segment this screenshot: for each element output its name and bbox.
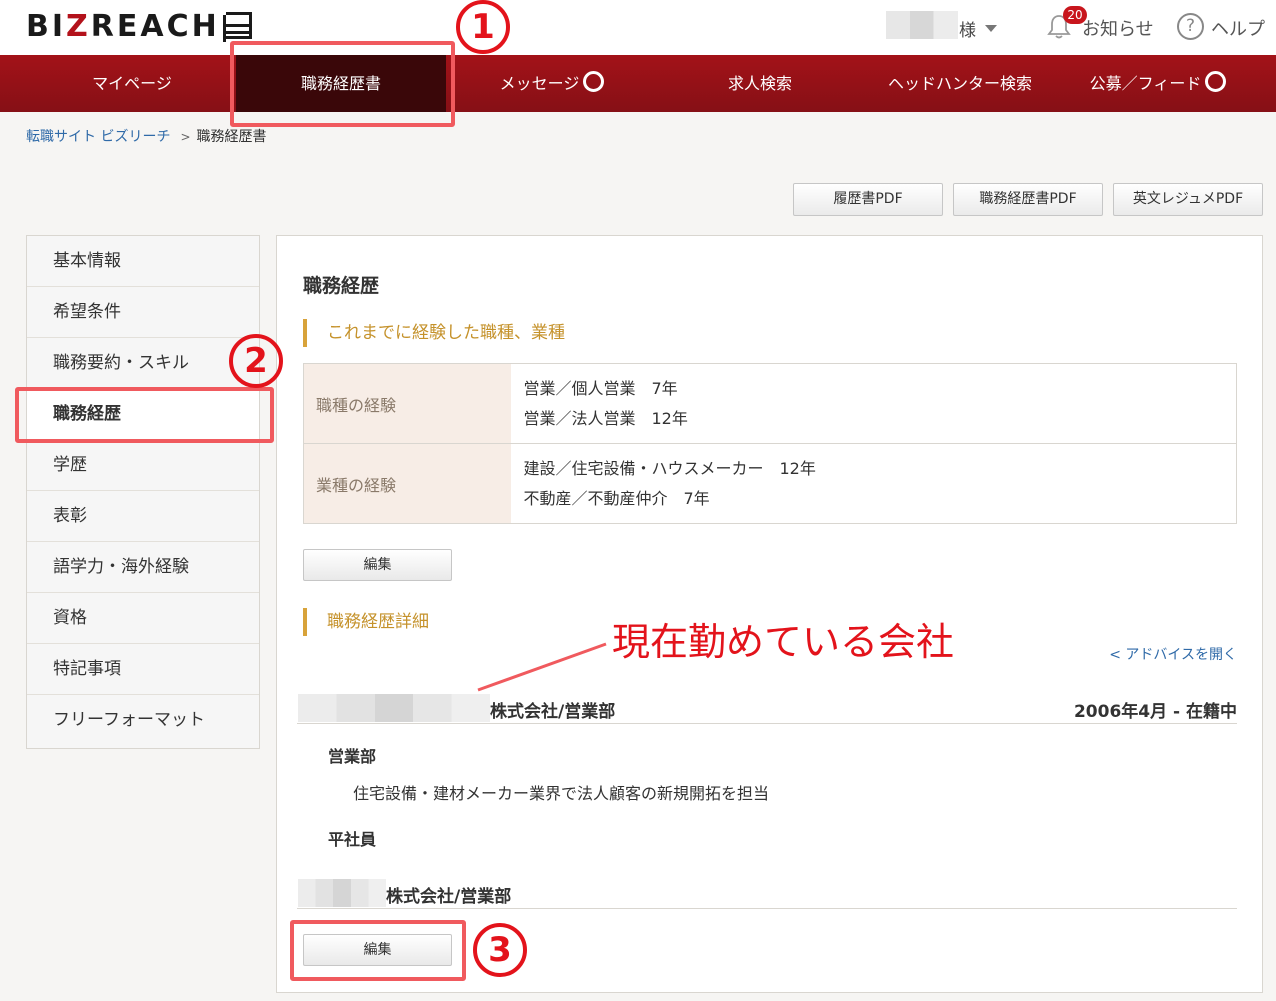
experience-values: 建設／住宅設備・ハウスメーカー 12年 不動産／不動産仲介 7年	[510, 443, 1237, 524]
experience-label: 職種の経験	[303, 363, 511, 444]
nav-item-label: 求人検索	[727, 74, 792, 93]
sidebar-item-basic-info[interactable]: 基本情報	[27, 236, 259, 287]
sidebar-item-free-format[interactable]: フリーフォーマット	[27, 695, 259, 746]
user-suffix[interactable]: 様	[959, 16, 976, 41]
annotation-number-2: 2	[229, 334, 283, 388]
experience-line: 不動産／不動産仲介 7年	[523, 488, 710, 508]
company-name: 株式会社/営業部	[490, 702, 616, 722]
table-row: 業種の経験 建設／住宅設備・ハウスメーカー 12年 不動産／不動産仲介 7年	[303, 443, 1237, 524]
sidebar-item-summary-skills[interactable]: 職務要約・スキル	[27, 338, 259, 389]
advice-link[interactable]: < アドバイスを開く	[1109, 644, 1237, 664]
annotation-number-1: 1	[456, 0, 510, 54]
company-name-blurred	[298, 694, 490, 722]
nav-item-label: マイページ	[92, 74, 172, 93]
experience-line: 営業／個人営業 7年	[523, 378, 678, 398]
company-name-blurred	[298, 879, 386, 907]
nav-item-feed[interactable]: 公募／フィード	[1068, 55, 1248, 112]
nav-item-label: メッセージ	[499, 74, 580, 93]
sidebar-item-preferences[interactable]: 希望条件	[27, 287, 259, 338]
job-description: 住宅設備・建材メーカー業界で法人顧客の新規開拓を担当	[353, 784, 770, 803]
experience-line: 営業／法人営業 12年	[523, 408, 688, 428]
user-name-blurred[interactable]	[886, 11, 958, 39]
experience-heading: これまでに経験した職種、業種	[303, 319, 565, 347]
resume-section-sidebar: 基本情報 希望条件 職務要約・スキル 職務経歴 学歴 表彰 語学力・海外経験 資…	[26, 235, 260, 749]
breadcrumb-current: 職務経歴書	[196, 129, 267, 145]
experience-table: 職種の経験 営業／個人営業 7年 営業／法人営業 12年 業種の経験 建設／住宅…	[303, 363, 1237, 524]
nav-item-mypage[interactable]: マイページ	[38, 55, 226, 112]
new-indicator-icon	[583, 71, 605, 92]
annotation-highlight	[290, 920, 466, 981]
experience-line: 建設／住宅設備・ハウスメーカー 12年	[523, 458, 816, 478]
sidebar-item-qualifications[interactable]: 資格	[27, 593, 259, 644]
company-name: 株式会社/営業部	[386, 887, 512, 907]
page-title: 職務経歴	[303, 275, 380, 297]
detail-heading: 職務経歴詳細	[303, 608, 429, 636]
breadcrumb-home-link[interactable]: 転職サイト ビズリーチ	[26, 129, 170, 145]
new-indicator-icon	[1205, 71, 1227, 92]
annotation-number-3: 3	[473, 923, 527, 977]
sidebar-item-education[interactable]: 学歴	[27, 440, 259, 491]
breadcrumb: 転職サイト ビズリーチ > 職務経歴書	[26, 126, 267, 146]
nav-item-message[interactable]: メッセージ	[452, 55, 652, 112]
divider	[297, 908, 1237, 909]
breadcrumb-separator: >	[180, 130, 191, 144]
experience-values: 営業／個人営業 7年 営業／法人営業 12年	[511, 364, 1237, 444]
experience-label: 業種の経験	[303, 443, 511, 524]
global-nav: マイページ 職務経歴書 メッセージ 求人検索 ヘッドハンター検索 公募／フィード	[0, 55, 1276, 112]
resume-pdf-button[interactable]: 履歴書PDF	[793, 183, 943, 216]
nav-item-label: 公募／フィード	[1089, 74, 1202, 93]
annotation-highlight	[230, 41, 455, 127]
help-icon[interactable]: ?	[1177, 13, 1204, 40]
department: 営業部	[328, 747, 377, 766]
english-resume-pdf-button[interactable]: 英文レジュメPDF	[1113, 183, 1263, 216]
nav-item-label: ヘッドハンター検索	[887, 74, 1032, 93]
divider	[297, 723, 1237, 724]
career-pdf-button[interactable]: 職務経歴書PDF	[953, 183, 1103, 216]
nav-item-headhunter-search[interactable]: ヘッドハンター検索	[860, 55, 1060, 112]
nav-item-job-search[interactable]: 求人検索	[680, 55, 840, 112]
annotation-highlight	[15, 387, 274, 443]
logo-mark-icon	[223, 12, 252, 42]
top-header: BIZREACH 様 20 お知らせ ? ヘルプ	[0, 0, 1276, 55]
annotation-pointer-line	[477, 642, 607, 692]
chevron-down-icon[interactable]	[985, 25, 997, 32]
employment-period: 2006年4月 - 在籍中	[1073, 702, 1237, 722]
bizreach-logo[interactable]: BIZREACH	[26, 9, 220, 44]
sidebar-item-awards[interactable]: 表彰	[27, 491, 259, 542]
annotation-callout-text: 現在勤めている会社	[612, 620, 955, 664]
help-link[interactable]: ヘルプ	[1211, 15, 1265, 41]
notice-link[interactable]: お知らせ	[1082, 15, 1154, 41]
table-row: 職種の経験 営業／個人営業 7年 営業／法人営業 12年	[303, 363, 1237, 444]
edit-experience-button[interactable]: 編集	[303, 549, 452, 581]
sidebar-item-special-notes[interactable]: 特記事項	[27, 644, 259, 695]
sidebar-item-languages[interactable]: 語学力・海外経験	[27, 542, 259, 593]
job-title: 平社員	[328, 830, 377, 849]
